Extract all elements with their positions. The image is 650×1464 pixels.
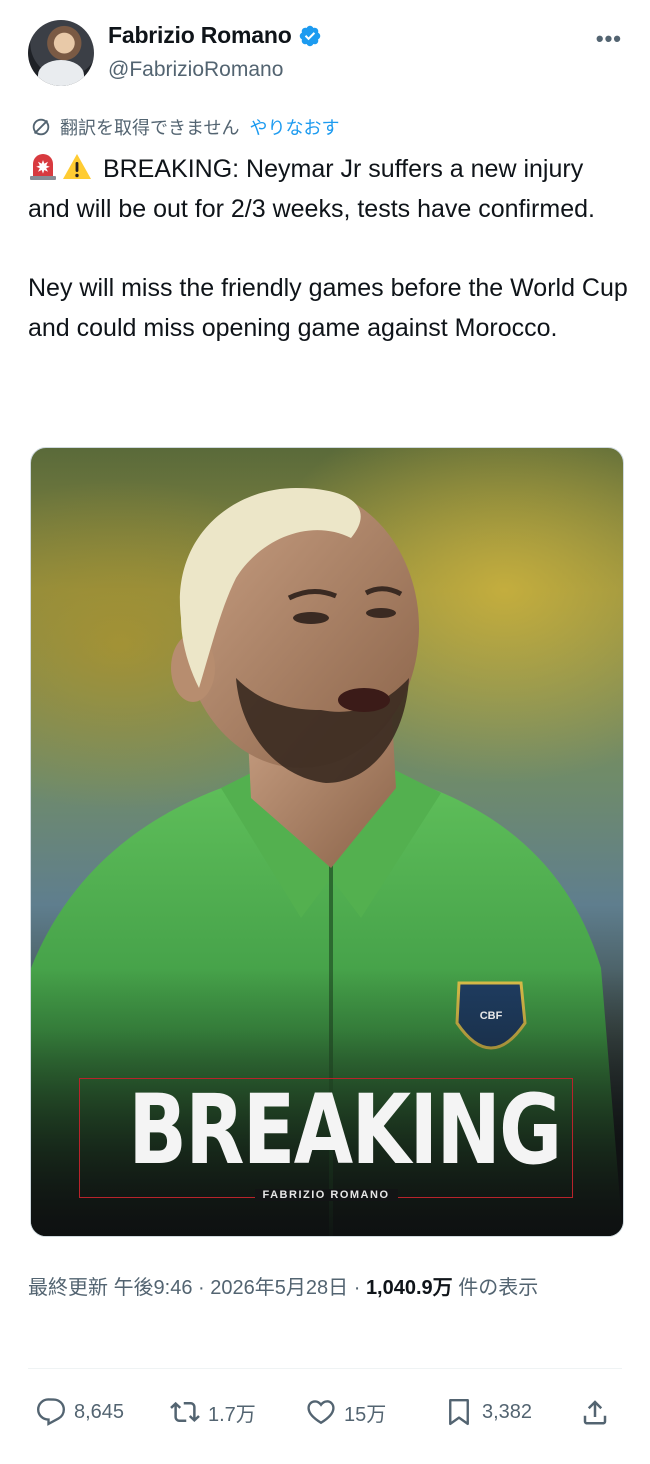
tweet-paragraph-2: Ney will miss the friendly games before … xyxy=(28,274,628,342)
meta-separator: · xyxy=(348,1277,366,1299)
tweet-paragraph-1: BREAKING: Neymar Jr suffers a new injury… xyxy=(28,150,628,229)
repost-button[interactable]: 1.7万 xyxy=(170,1390,256,1434)
tweet-meta: 最終更新 午後9:46 · 2026年5月28日 · 1,040.9万 件の表示 xyxy=(28,1270,618,1306)
share-button[interactable] xyxy=(580,1390,618,1434)
warning-icon xyxy=(63,154,91,179)
bookmark-button[interactable]: 3,382 xyxy=(444,1390,532,1434)
updated-label: 最終更新 xyxy=(28,1277,108,1299)
author-name-row[interactable]: Fabrizio Romano xyxy=(108,22,322,49)
translate-unavailable-icon xyxy=(32,118,50,136)
tweet-image[interactable]: CBF BREAKING FABRIZIO ROMANO xyxy=(30,447,624,1237)
translation-retry-link[interactable]: やりなおす xyxy=(249,114,339,140)
meta-separator: · xyxy=(192,1277,211,1299)
more-options-icon[interactable]: ••• xyxy=(596,26,622,52)
cbf-badge-text: CBF xyxy=(479,1010,503,1022)
bookmark-icon xyxy=(449,1398,469,1426)
author-avatar[interactable] xyxy=(28,20,94,86)
heart-icon xyxy=(307,1400,335,1425)
repost-icon xyxy=(170,1401,200,1422)
reply-button[interactable]: 8,645 xyxy=(36,1390,124,1434)
verified-badge-icon xyxy=(299,25,320,46)
breaking-banner-subtitle: FABRIZIO ROMANO xyxy=(79,1189,573,1201)
breaking-banner-title: BREAKING xyxy=(128,1074,562,1186)
breaking-banner-subtitle-text: FABRIZIO ROMANO xyxy=(254,1189,398,1201)
repost-count: 1.7万 xyxy=(208,1403,256,1426)
share-icon xyxy=(583,1400,607,1425)
translation-status: 翻訳を取得できません xyxy=(60,118,240,138)
author-handle[interactable]: @FabrizioRomano xyxy=(108,58,283,82)
like-count: 15万 xyxy=(344,1403,387,1426)
action-bar: 8,645 1.7万 15万 3,382 xyxy=(36,1390,616,1434)
reply-icon xyxy=(36,1398,66,1426)
divider xyxy=(28,1368,622,1369)
view-count: 1,040.9万 xyxy=(365,1277,453,1299)
tweet-header: Fabrizio Romano @FabrizioRomano ••• xyxy=(28,18,622,88)
tweet-date[interactable]: 2026年5月28日 xyxy=(210,1277,348,1299)
bookmark-count: 3,382 xyxy=(482,1400,533,1423)
tweet-time[interactable]: 午後9:46 xyxy=(114,1277,193,1299)
author-display-name[interactable]: Fabrizio Romano xyxy=(108,22,292,49)
rotating-light-icon xyxy=(30,154,56,180)
tweet-body: BREAKING: Neymar Jr suffers a new injury… xyxy=(28,150,628,348)
reply-count: 8,645 xyxy=(74,1400,125,1423)
view-count-label: 件の表示 xyxy=(452,1277,539,1299)
tweet-text-line-1: BREAKING: Neymar Jr suffers a new injury… xyxy=(28,155,595,223)
translation-row: 翻訳を取得できません やりなおす xyxy=(30,114,339,140)
like-button[interactable]: 15万 xyxy=(306,1390,386,1434)
